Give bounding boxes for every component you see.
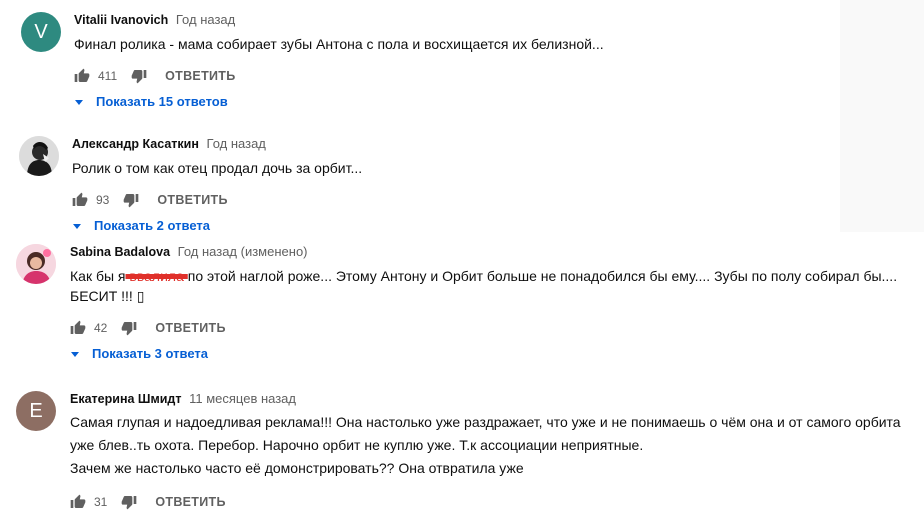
like-button[interactable] <box>72 192 88 208</box>
show-replies-button[interactable]: Показать 3 ответа <box>70 346 924 361</box>
caret-down-icon <box>73 223 81 229</box>
like-button[interactable] <box>70 320 86 336</box>
dislike-button[interactable] <box>131 68 147 84</box>
comment-text-line: Зачем же настолько часто её домонстриров… <box>70 460 524 476</box>
comment-header: Vitalii Ivanovich Год назад <box>74 12 924 28</box>
comment-body: Александр Касаткин Год назад Ролик о том… <box>72 136 924 233</box>
avatar[interactable] <box>19 136 59 176</box>
reply-button[interactable]: ОТВЕТИТЬ <box>155 321 225 335</box>
like-count: 93 <box>96 193 110 207</box>
comment-body: Sabina Badalova Год назад (изменено) Как… <box>70 244 924 361</box>
show-replies-button[interactable]: Показать 2 ответа <box>72 218 924 233</box>
comment-text: Финал ролика - мама собирает зубы Антона… <box>74 36 604 52</box>
comment-body: Vitalii Ivanovich Год назад Финал ролика… <box>74 12 924 109</box>
like-count: 31 <box>94 495 108 509</box>
reply-button[interactable]: ОТВЕТИТЬ <box>155 495 225 509</box>
comment-text-line: Самая глупая и надоедливая реклама!!! Он… <box>70 414 901 430</box>
comment-time[interactable]: Год назад (изменено) <box>178 244 308 259</box>
avatar[interactable] <box>16 244 56 284</box>
avatar[interactable]: E <box>16 391 56 431</box>
show-replies-button[interactable]: Показать 15 ответов <box>74 94 924 109</box>
comment-header: Sabina Badalova Год назад (изменено) <box>70 244 924 260</box>
like-button[interactable] <box>74 68 90 84</box>
thumbs-up-icon <box>70 320 86 334</box>
caret-down-icon <box>75 99 83 105</box>
dislike-button[interactable] <box>123 192 139 208</box>
comment-text-start: Как бы я <box>70 268 126 284</box>
reply-button[interactable]: ОТВЕТИТЬ <box>165 69 235 83</box>
comment-actions: 42 ОТВЕТИТЬ <box>70 316 924 340</box>
comment-text-end: по этой наглой роже... Этому Антону и Ор… <box>70 268 898 304</box>
comment-text: Как бы я ввалила по этой наглой роже... … <box>70 266 924 306</box>
show-replies-label: Показать 2 ответа <box>94 218 210 233</box>
redacted-word: ввалила <box>125 268 188 284</box>
comment-time[interactable]: 11 месяцев назад <box>189 391 296 406</box>
photo-avatar-icon <box>19 136 59 176</box>
thumbs-down-icon <box>131 70 147 84</box>
author-name[interactable]: Екатерина Шмидт <box>70 392 181 406</box>
show-replies-label: Показать 3 ответа <box>92 346 208 361</box>
author-name[interactable]: Vitalii Ivanovich <box>74 13 168 27</box>
thumbs-up-icon <box>74 68 90 82</box>
comment-time[interactable]: Год назад <box>176 12 235 27</box>
author-name[interactable]: Александр Касаткин <box>72 137 199 151</box>
avatar-letter: V <box>34 20 48 43</box>
comment-text-line: уже блев..ть охота. Перебор. Нарочно орб… <box>70 437 644 453</box>
reply-button[interactable]: ОТВЕТИТЬ <box>157 193 227 207</box>
comment-actions: 31 ОТВЕТИТЬ <box>70 490 924 514</box>
comment-header: Александр Касаткин Год назад <box>72 136 924 152</box>
comment-text: Ролик о том как отец продал дочь за орби… <box>72 160 363 176</box>
thumbs-up-icon <box>72 192 88 206</box>
show-replies-label: Показать 15 ответов <box>96 94 228 109</box>
dislike-button[interactable] <box>121 320 137 336</box>
avatar-letter: E <box>29 399 43 422</box>
comment-text: Самая глупая и надоедливая реклама!!! Он… <box>70 411 924 480</box>
thumbs-down-icon <box>122 322 137 336</box>
like-count: 411 <box>98 69 118 83</box>
photo-avatar-icon <box>16 244 56 284</box>
comment-actions: 411 ОТВЕТИТЬ <box>74 64 924 88</box>
thumbs-down-icon <box>124 194 139 208</box>
comment-header: Екатерина Шмидт 11 месяцев назад <box>70 391 924 407</box>
comment-actions: 93 ОТВЕТИТЬ <box>72 188 924 212</box>
comment-body: Екатерина Шмидт 11 месяцев назад Самая г… <box>70 391 924 514</box>
comment-time[interactable]: Год назад <box>207 136 266 151</box>
author-name[interactable]: Sabina Badalova <box>70 245 170 259</box>
avatar[interactable]: V <box>21 12 61 52</box>
caret-down-icon <box>71 351 79 357</box>
like-count: 42 <box>94 321 108 335</box>
